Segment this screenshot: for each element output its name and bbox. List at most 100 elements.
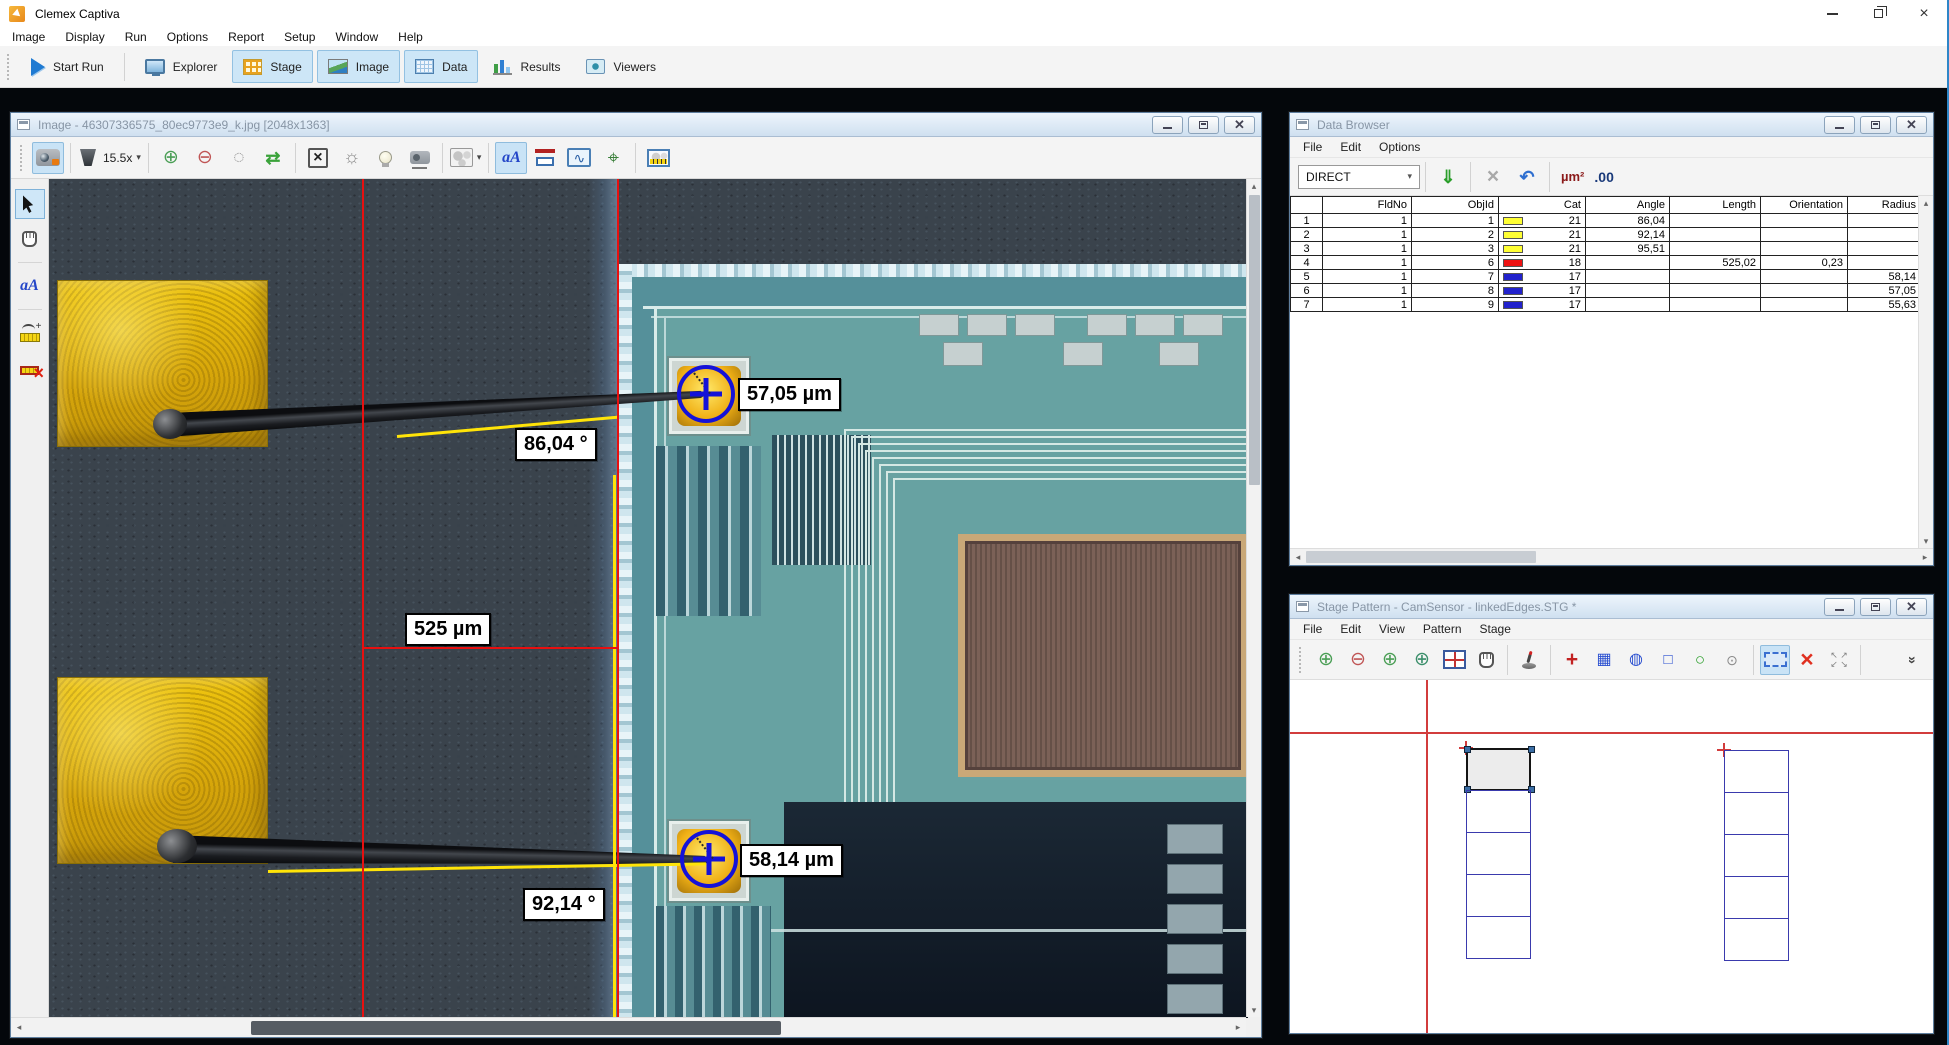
scroll-down-icon[interactable]: ▾ [1247,1004,1261,1016]
toolbar-grip[interactable] [20,145,24,171]
window-close-button[interactable]: ✕ [1896,598,1927,616]
measurement-label-angle2[interactable]: 92,14 ° [523,888,605,921]
stage-pattern-titlebar[interactable]: Stage Pattern - CamSensor - linkedEdges.… [1290,595,1933,619]
zoom-out-button[interactable]: ⊖ [189,142,221,174]
menu-file[interactable]: File [1294,619,1331,639]
measure-circle-bottom[interactable] [680,830,738,888]
menu-window[interactable]: Window [325,27,388,46]
pattern-overlay-button[interactable]: ▾ [449,142,483,174]
stage-field-cell[interactable] [1724,750,1789,793]
undo-button[interactable]: ↶ [1511,161,1543,193]
close-button[interactable]: × [1901,0,1947,27]
shading-correction-button[interactable]: ☼ [336,142,368,174]
start-run-button[interactable]: Start Run [20,50,115,83]
selection-handle[interactable] [1464,746,1471,753]
measure-circle-top[interactable] [677,365,735,423]
select-fields-button[interactable] [1760,645,1790,675]
center-target-button[interactable]: ⌖ [597,142,629,174]
camera-button[interactable] [32,142,64,174]
menu-run[interactable]: Run [115,27,157,46]
window-maximize-button[interactable] [1860,116,1891,134]
more-tools-button[interactable] [1898,645,1928,675]
window-maximize-button[interactable] [1188,116,1219,134]
menu-display[interactable]: Display [55,27,114,46]
calibration-button[interactable] [642,142,674,174]
scroll-up-icon[interactable]: ▴ [1919,197,1933,209]
toolbar-grip[interactable] [1299,647,1303,673]
selection-handle[interactable] [1528,746,1535,753]
menu-options[interactable]: Options [1370,137,1429,157]
fill-sphere-button[interactable]: ◍ [1621,645,1651,675]
window-minimize-button[interactable] [1824,598,1855,616]
zoom-out-button[interactable]: ⊖ [1343,645,1373,675]
exclude-field-button[interactable]: × [302,142,334,174]
pan-button[interactable] [1471,645,1501,675]
pan-tool-button[interactable] [15,224,45,254]
menu-options[interactable]: Options [157,27,218,46]
menu-view[interactable]: View [1370,619,1414,639]
column-header[interactable]: Angle [1586,197,1670,214]
measurement-label-radius1[interactable]: 57,05 µm [738,378,841,411]
scrollbar-thumb[interactable] [1306,551,1536,563]
menu-edit[interactable]: Edit [1331,619,1370,639]
annotations-button[interactable]: aA [495,142,527,174]
scroll-right-icon[interactable]: ▸ [1919,549,1931,565]
image-window-titlebar[interactable]: Image - 46307336575_80ec9773e9_k.jpg [20… [11,113,1261,137]
image-canvas[interactable]: 57,05 µm 86,04 ° 525 µm 58,14 µm 92,14 ° [49,179,1248,1018]
draw-point-button[interactable]: ⊙ [1717,645,1747,675]
measure-tool-button[interactable] [15,318,45,348]
data-browser-titlebar[interactable]: Data Browser ✕ [1290,113,1933,137]
menu-help[interactable]: Help [388,27,433,46]
restore-button[interactable] [1855,0,1901,27]
measure-width-button[interactable] [529,142,561,174]
menu-pattern[interactable]: Pattern [1414,619,1471,639]
stage-field-cell[interactable] [1466,832,1531,875]
image-button[interactable]: Image [317,50,400,83]
preview-window-button[interactable] [1439,645,1469,675]
stage-field-cell[interactable] [1466,874,1531,917]
export-button[interactable]: ⇓ [1432,161,1464,193]
horizontal-scrollbar[interactable]: ◂ ▸ [11,1017,1246,1037]
table-row[interactable]: 3132195,51 [1291,242,1919,256]
horizontal-scrollbar[interactable]: ◂ ▸ [1290,548,1933,565]
clear-button[interactable]: × [1477,161,1509,193]
preset-select[interactable]: DIRECT ▾ [1298,165,1420,189]
measurement-label-radius2[interactable]: 58,14 µm [740,844,843,877]
zoom-all-fields-button[interactable]: ⊕ [1407,645,1437,675]
scroll-down-icon[interactable]: ▾ [1919,535,1933,547]
stage-field-cell[interactable] [1724,918,1789,961]
scroll-left-icon[interactable]: ◂ [13,1018,25,1037]
fit-to-window-button[interactable]: ⇄ [257,142,289,174]
toolbar-grip[interactable] [7,54,11,80]
window-maximize-button[interactable] [1860,598,1891,616]
zoom-in-button[interactable]: ⊕ [1311,645,1341,675]
draw-ellipse-button[interactable]: ○ [1685,645,1715,675]
light-button[interactable] [370,142,402,174]
results-button[interactable]: Results [482,50,571,83]
table-row[interactable]: 6181757,05 [1291,284,1919,298]
camera-settings-button[interactable] [404,142,436,174]
scroll-right-icon[interactable]: ▸ [1232,1018,1244,1037]
column-header[interactable]: ObjId [1412,197,1499,214]
menu-edit[interactable]: Edit [1331,137,1370,157]
draw-rectangle-button[interactable]: □ [1653,645,1683,675]
scrollbar-thumb[interactable] [1249,195,1260,485]
menu-report[interactable]: Report [218,27,274,46]
viewers-button[interactable]: Viewers [575,50,666,83]
stage-field-cell-selected[interactable] [1466,748,1531,791]
stage-pattern-canvas[interactable] [1290,680,1933,1033]
window-close-button[interactable]: ✕ [1896,116,1927,134]
maximize-view-button[interactable] [1824,645,1854,675]
window-minimize-button[interactable] [1824,116,1855,134]
scroll-left-icon[interactable]: ◂ [1292,549,1304,565]
table-row[interactable]: 41618525,020,23 [1291,256,1919,270]
zoom-selection-button[interactable]: ⊕ [1375,645,1405,675]
scroll-up-icon[interactable]: ▴ [1247,180,1261,192]
data-button[interactable]: Data [404,50,478,83]
objective-selector-button[interactable]: 15.5x▾ [77,142,142,174]
explorer-button[interactable]: Explorer [134,50,229,83]
stage-field-cell[interactable] [1724,834,1789,877]
column-header[interactable]: Length [1670,197,1761,214]
measurement-label-length[interactable]: 525 µm [405,613,491,646]
vertical-scrollbar[interactable]: ▴ ▾ [1246,179,1261,1017]
